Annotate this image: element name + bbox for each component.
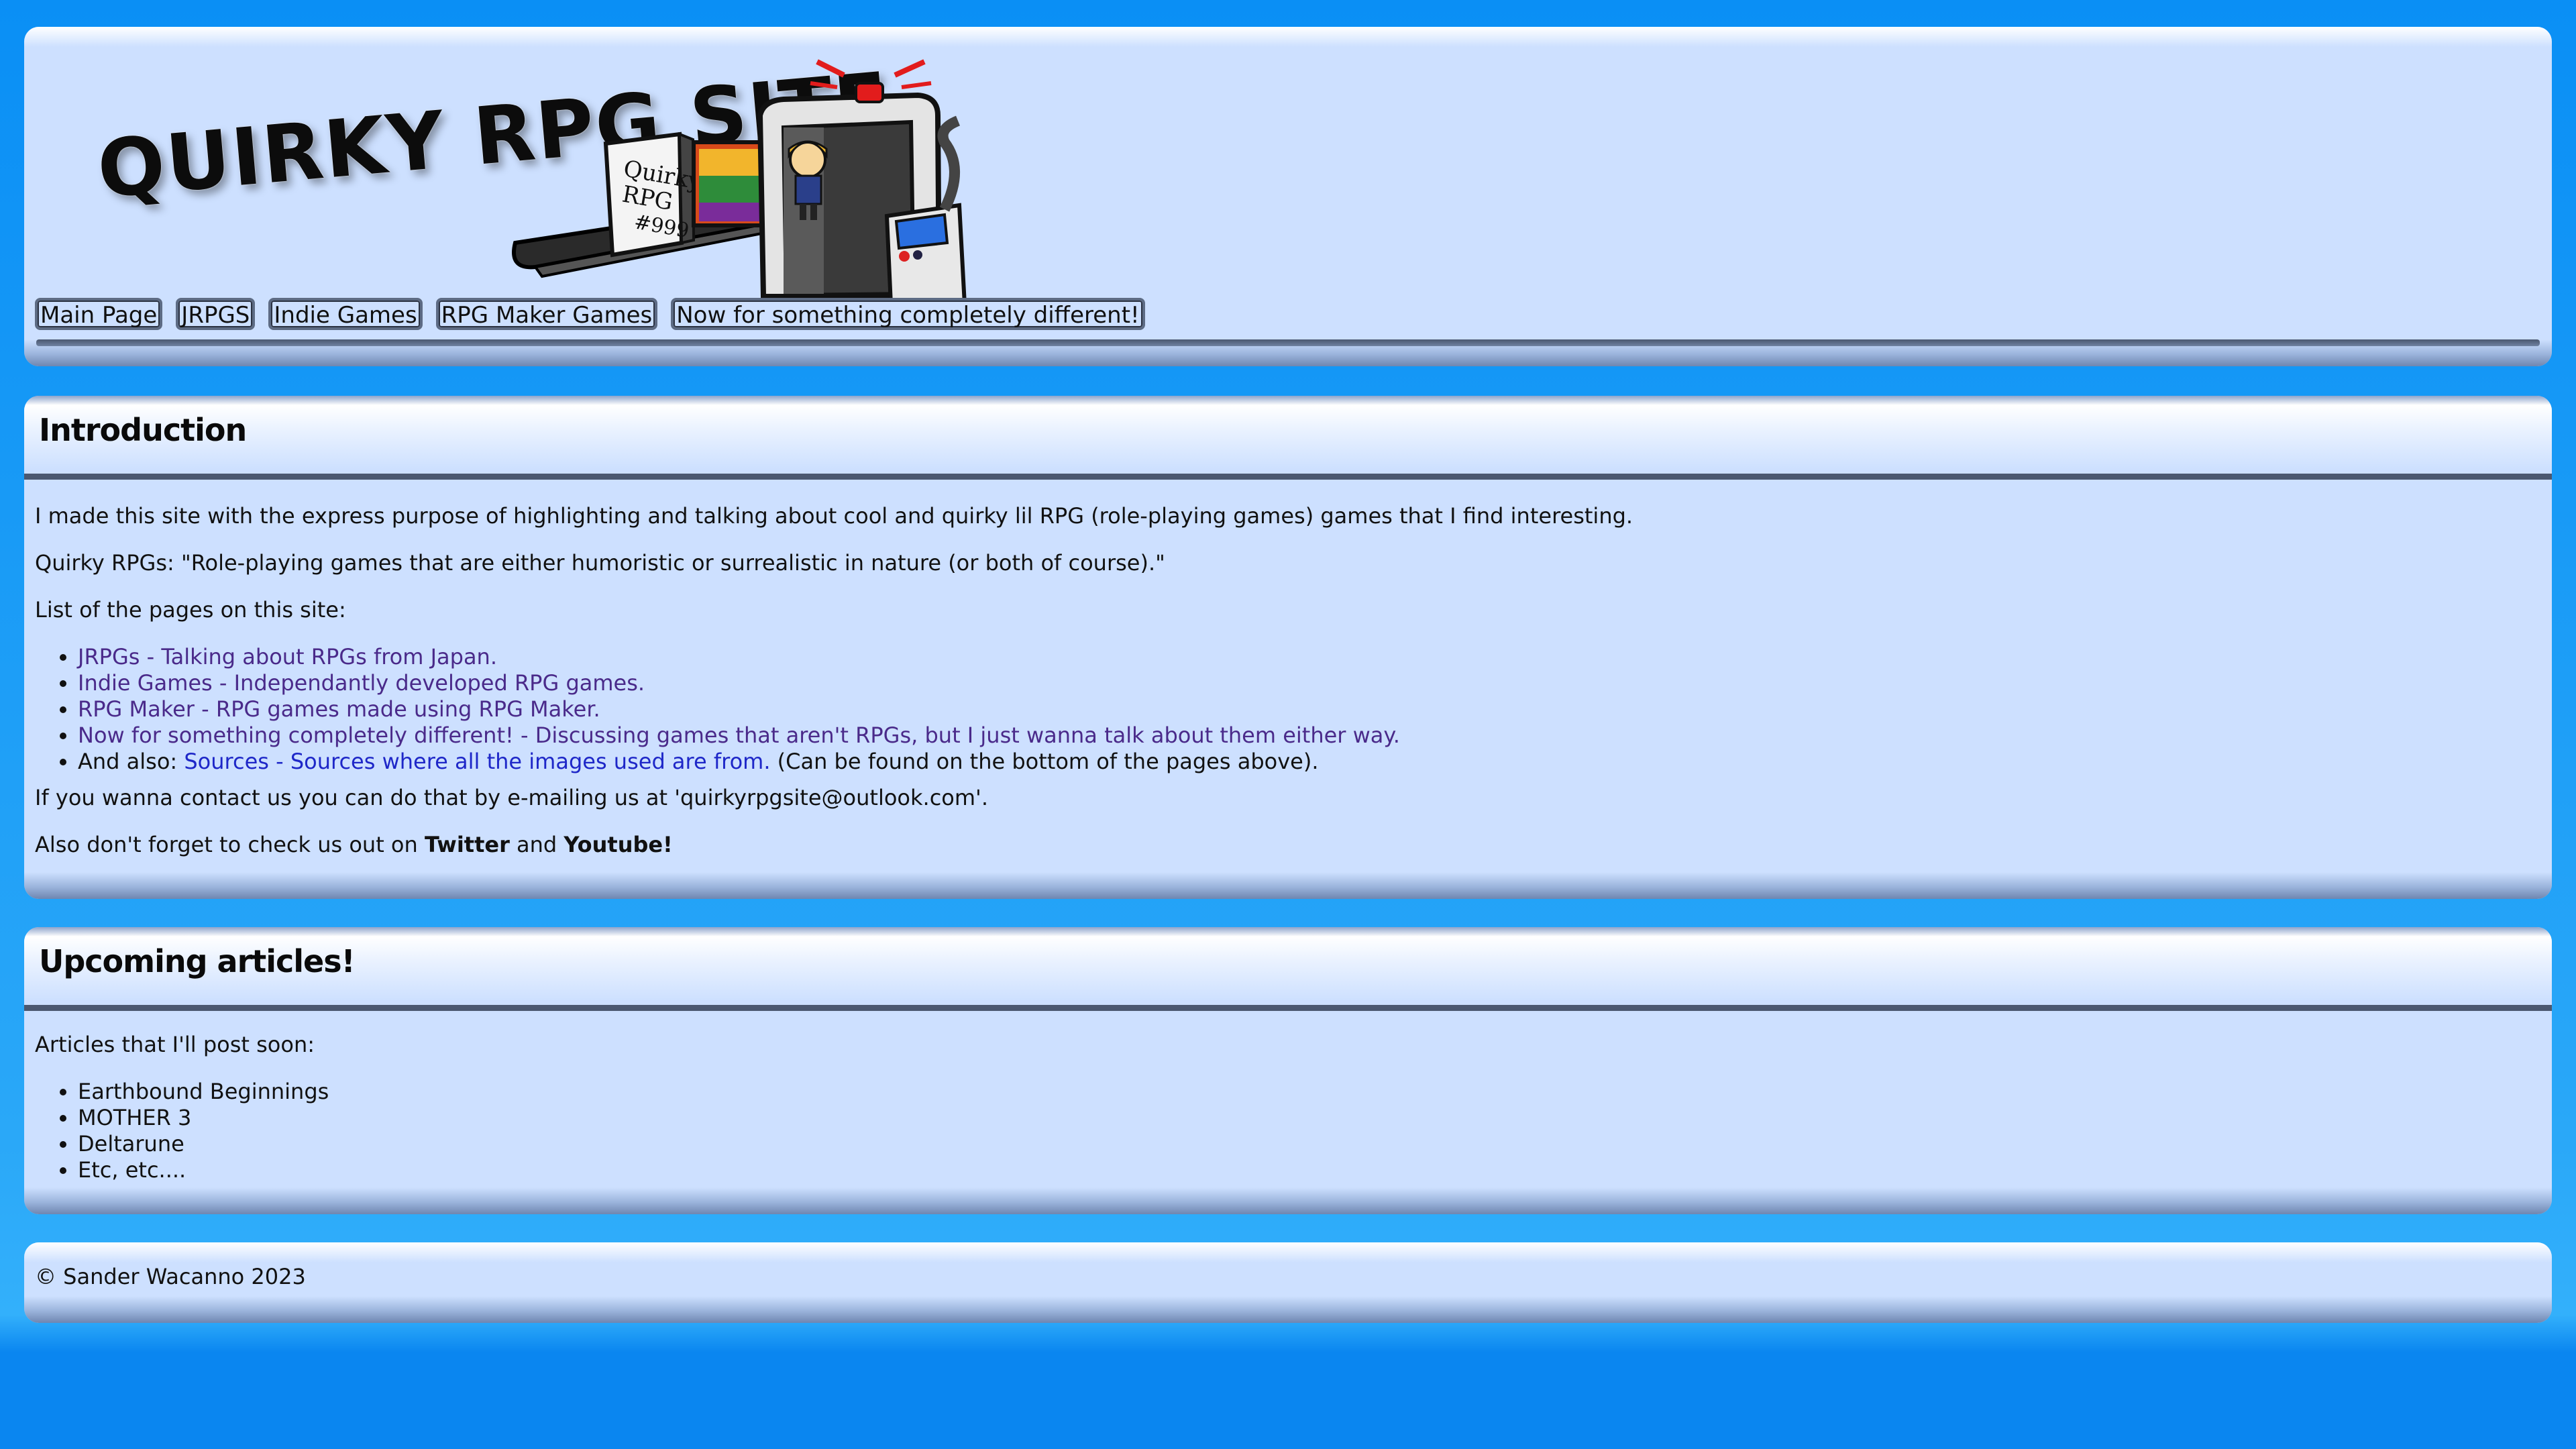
section-header: Upcoming articles! [24, 927, 2552, 1011]
list-item: RPG Maker - RPG games made using RPG Mak… [78, 696, 1400, 722]
list-item: Indie Games - Independantly developed RP… [78, 670, 1400, 696]
upcoming-intro: Articles that I'll post soon: [35, 1032, 315, 1057]
nav-jrpgs[interactable]: JRPGS [176, 298, 256, 330]
introduction-section: Introduction I made this site with the e… [24, 396, 2552, 899]
youtube-label: Youtube! [564, 832, 673, 857]
list-item: MOTHER 3 [78, 1105, 329, 1131]
twitter-label: Twitter [424, 832, 510, 857]
social-paragraph: Also don't forget to check us out on Twi… [35, 832, 673, 858]
quirky-definition: Quirky RPGs: "Role-playing games that ar… [35, 550, 1165, 576]
list-item: Now for something completely different! … [78, 722, 1400, 749]
pages-list: JRPGs - Talking about RPGs from Japan. I… [35, 644, 1400, 775]
contact-paragraph: If you wanna contact us you can do that … [35, 785, 988, 810]
pages-list-heading: List of the pages on this site: [35, 597, 346, 623]
link-something-different-page[interactable]: Now for something completely different! … [78, 722, 1400, 748]
list-item: Etc, etc.... [78, 1157, 329, 1183]
nav-main-page[interactable]: Main Page [35, 298, 163, 330]
main-nav: Main Page JRPGS Indie Games RPG Maker Ga… [35, 298, 1145, 330]
siren-light [855, 82, 884, 103]
link-sources-page[interactable]: Sources - Sources where all the images u… [184, 749, 770, 774]
monitor-screen [894, 213, 949, 250]
intro-paragraph: I made this site with the express purpos… [35, 503, 1633, 529]
also-prefix: And also: [78, 749, 184, 774]
game-box: Quirky RPG #999 [603, 131, 704, 258]
list-item: Earthbound Beginnings [78, 1079, 329, 1105]
nav-something-different[interactable]: Now for something completely different! [671, 298, 1145, 330]
link-jrpgs-page[interactable]: JRPGs - Talking about RPGs from Japan. [78, 644, 497, 669]
site-footer: © Sander Wacanno 2023 [24, 1242, 2552, 1323]
xray-scanner-illustration: Quirky RPG #999 [512, 59, 967, 307]
social-and: and [509, 832, 564, 857]
list-item: And also: Sources - Sources where all th… [78, 749, 1400, 775]
upcoming-list: Earthbound Beginnings MOTHER 3 Deltarune… [35, 1079, 329, 1183]
list-item: JRPGs - Talking about RPGs from Japan. [78, 644, 1400, 670]
also-suffix: (Can be found on the bottom of the pages… [770, 749, 1319, 774]
site-header: QUIRKY RPG SITE Quirky RPG #999 Main Pag… [24, 27, 2552, 366]
link-indie-games-page[interactable]: Indie Games - Independantly developed RP… [78, 670, 645, 696]
section-title: Introduction [39, 412, 247, 448]
list-item: Deltarune [78, 1131, 329, 1157]
section-title: Upcoming articles! [39, 943, 356, 979]
copyright-text: © Sander Wacanno 2023 [35, 1264, 306, 1289]
upcoming-articles-section: Upcoming articles! Articles that I'll po… [24, 927, 2552, 1214]
header-divider [36, 339, 2540, 346]
scanner-machine [757, 59, 967, 307]
social-prefix: Also don't forget to check us out on [35, 832, 425, 857]
site-logo[interactable]: QUIRKY RPG SITE Quirky RPG #999 [72, 42, 1032, 310]
link-rpg-maker-page[interactable]: RPG Maker - RPG games made using RPG Mak… [78, 696, 600, 722]
nav-indie-games[interactable]: Indie Games [268, 298, 423, 330]
nav-rpg-maker-games[interactable]: RPG Maker Games [435, 298, 658, 330]
section-header: Introduction [24, 396, 2552, 480]
